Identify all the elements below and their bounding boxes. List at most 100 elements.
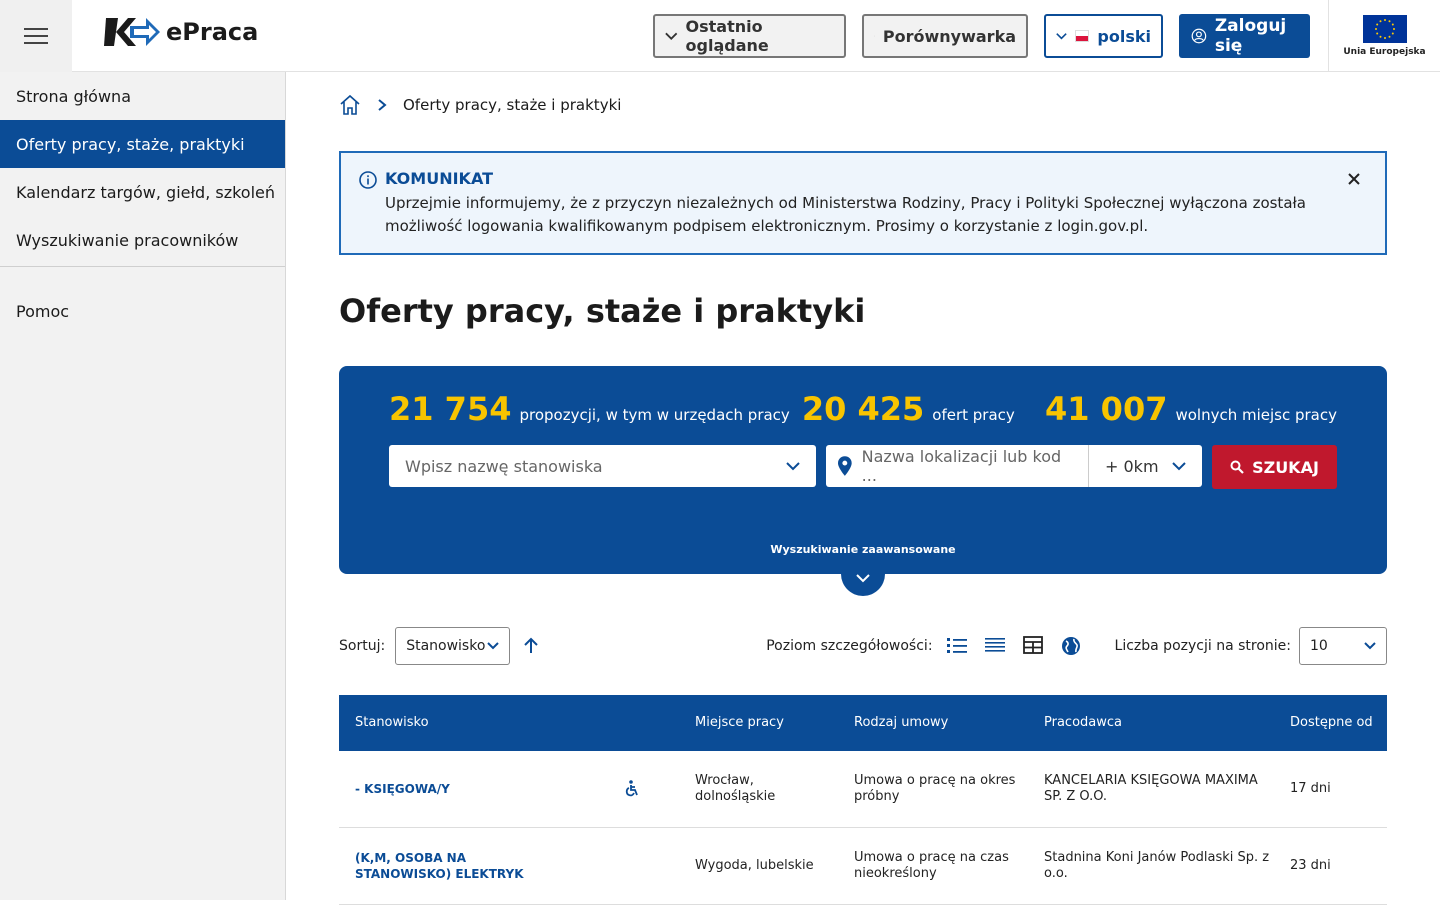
- home-icon[interactable]: [339, 94, 361, 116]
- search-button[interactable]: SZUKAJ: [1212, 445, 1337, 489]
- sort-ascending-icon[interactable]: [522, 637, 540, 655]
- sort-label: Sortuj:: [339, 638, 386, 654]
- breadcrumb-current: Oferty pracy, staże i praktyki: [403, 96, 622, 114]
- location-placeholder: Nazwa lokalizacji lub kod ...: [861, 447, 1062, 485]
- sidebar-item-help[interactable]: Pomoc: [0, 287, 285, 335]
- job-location: Wrocław, dolnośląskie: [695, 773, 775, 805]
- recently-viewed-button[interactable]: Ostatnio oglądane: [653, 14, 846, 58]
- language-label: polski: [1097, 26, 1151, 46]
- column-header-available[interactable]: Dostępne od: [1290, 715, 1373, 730]
- job-title-link[interactable]: - KSIĘGOWA/Y: [355, 781, 450, 797]
- info-icon: [359, 171, 377, 189]
- search-icon: [1230, 460, 1244, 474]
- job-title-line1: (K,M, OSOBA NA: [355, 851, 467, 865]
- logo-text: ePraca: [166, 18, 259, 46]
- sidebar-item-calendar[interactable]: Kalendarz targów, giełd, szkoleń: [0, 168, 285, 216]
- per-page-select[interactable]: 10: [1299, 627, 1387, 665]
- column-header-contract[interactable]: Rodzaj umowy: [854, 715, 948, 730]
- position-placeholder: Wpisz nazwę stanowiska: [405, 456, 603, 476]
- per-page-label: Liczba pozycji na stronie:: [1114, 638, 1291, 654]
- search-button-label: SZUKAJ: [1252, 457, 1319, 477]
- job-contract-line1: Umowa o pracę na okres: [854, 773, 1016, 788]
- column-header-employer[interactable]: Pracodawca: [1044, 715, 1122, 730]
- accessibility-icon: [625, 780, 638, 797]
- compare-label: Porównywarka: [882, 26, 1016, 46]
- breadcrumb: Oferty pracy, staże i praktyki: [339, 94, 621, 116]
- chevron-right-icon: [378, 99, 387, 111]
- offers-count: 20 425: [801, 390, 925, 428]
- radius-select[interactable]: + 0km: [1088, 445, 1202, 487]
- detail-level-label: Poziom szczegółowości:: [766, 638, 933, 654]
- sidebar-divider: [0, 266, 285, 267]
- page-title: Oferty pracy, staże i praktyki: [339, 292, 866, 330]
- advanced-search-link[interactable]: Wyszukiwanie zaawansowane: [339, 543, 1387, 556]
- notice-box: KOMUNIKAT Uprzejmie informujemy, że z pr…: [339, 151, 1387, 255]
- epraca-logo-icon: [104, 18, 160, 46]
- chevron-down-icon: [1056, 33, 1067, 40]
- sort-value: Stanowisko: [406, 638, 486, 654]
- column-header-location[interactable]: Miejsce pracy: [695, 715, 784, 730]
- job-available: 23 dni: [1290, 858, 1331, 873]
- table-row[interactable]: (K,M, OSOBA NA STANOWISKO) ELEKTRYK Wygo…: [339, 828, 1387, 905]
- globe-map-icon[interactable]: [1061, 636, 1081, 656]
- table-header: Stanowisko Miejsce pracy Rodzaj umowy Pr…: [339, 695, 1387, 751]
- compare-button[interactable]: Porównywarka: [862, 14, 1028, 58]
- sidebar: Strona główna Oferty pracy, staże, prakt…: [0, 72, 286, 900]
- table-view-icon[interactable]: [1022, 636, 1043, 654]
- column-header-position[interactable]: Stanowisko: [355, 715, 429, 730]
- job-employer-line2: SP. Z O.O.: [1044, 789, 1108, 804]
- login-button[interactable]: Zaloguj się: [1179, 14, 1310, 58]
- advanced-search-toggle[interactable]: [841, 560, 885, 596]
- job-contract-line2: nieokreślony: [854, 866, 937, 881]
- chevron-down-icon: [856, 574, 870, 583]
- stats-bar: 21 754 propozycji, w tym w urzędach prac…: [389, 390, 1337, 428]
- radius-value: + 0km: [1105, 456, 1159, 476]
- top-bar: ePraca Ostatnio oglądane Porównywarka po…: [0, 0, 1440, 72]
- proposals-text: propozycji, w tym w urzędach pracy: [519, 406, 790, 424]
- job-employer-line1: Stadnina Koni Janów Podlaski Sp. z: [1044, 850, 1270, 865]
- vacancies-text: wolnych miejsc pracy: [1175, 406, 1337, 424]
- search-panel: 21 754 propozycji, w tym w urzędach prac…: [339, 366, 1387, 574]
- eu-flag-icon: [1362, 15, 1407, 43]
- chevron-down-icon: [786, 462, 800, 471]
- job-title-link[interactable]: (K,M, OSOBA NA STANOWISKO) ELEKTRYK: [355, 850, 524, 882]
- eu-logo[interactable]: Unia Europejska: [1328, 0, 1440, 72]
- chevron-down-icon: [1364, 642, 1376, 650]
- job-employer-line1: KANCELARIA KSIĘGOWA MAXIMA: [1044, 773, 1258, 788]
- vacancies-count: 41 007: [1045, 390, 1168, 428]
- menu-icon[interactable]: [0, 0, 72, 72]
- eu-label: Unia Europejska: [1343, 47, 1426, 57]
- per-page-value: 10: [1310, 638, 1328, 654]
- location-search-input[interactable]: Nazwa lokalizacji lub kod ...: [826, 445, 1088, 487]
- logo[interactable]: ePraca: [104, 14, 258, 50]
- view-mode-group: [946, 636, 1081, 656]
- login-label: Zaloguj się: [1214, 16, 1287, 56]
- language-selector[interactable]: polski: [1044, 14, 1163, 58]
- sort-select[interactable]: Stanowisko: [395, 627, 511, 665]
- job-contract: Umowa o pracę na okres próbny: [854, 773, 1015, 805]
- table-row[interactable]: - KSIĘGOWA/Y Wrocław, dolnośląskie Umowa…: [339, 751, 1387, 828]
- chevron-down-icon: [487, 642, 499, 650]
- notice-text: Uprzejmie informujemy, że z przyczyn nie…: [385, 194, 1306, 235]
- sidebar-item-home[interactable]: Strona główna: [0, 72, 285, 120]
- job-employer: Stadnina Koni Janów Podlaski Sp. z o.o.: [1044, 850, 1269, 882]
- job-available: 17 dni: [1290, 781, 1331, 796]
- sidebar-item-job-offers[interactable]: Oferty pracy, staże, praktyki: [0, 120, 285, 168]
- job-contract-line2: próbny: [854, 789, 900, 804]
- chevron-down-icon: [665, 32, 678, 40]
- job-location: Wygoda, lubelskie: [695, 858, 814, 873]
- job-title-line2: STANOWISKO) ELEKTRYK: [355, 867, 524, 881]
- list-view-icon[interactable]: [946, 636, 967, 654]
- job-location-line1: Wrocław,: [695, 773, 754, 788]
- close-icon[interactable]: [1347, 167, 1361, 191]
- compact-list-icon[interactable]: [984, 636, 1005, 654]
- proposals-count: 21 754: [389, 390, 512, 428]
- position-search-input[interactable]: Wpisz nazwę stanowiska: [389, 445, 816, 487]
- job-employer-line2: o.o.: [1044, 866, 1068, 881]
- chevron-down-icon: [1172, 462, 1186, 471]
- notice-title: KOMUNIKAT: [385, 169, 493, 188]
- job-contract-line1: Umowa o pracę na czas: [854, 850, 1009, 865]
- offers-text: ofert pracy: [932, 406, 1015, 424]
- job-employer: KANCELARIA KSIĘGOWA MAXIMA SP. Z O.O.: [1044, 773, 1258, 805]
- sidebar-item-employee-search[interactable]: Wyszukiwanie pracowników: [0, 216, 285, 264]
